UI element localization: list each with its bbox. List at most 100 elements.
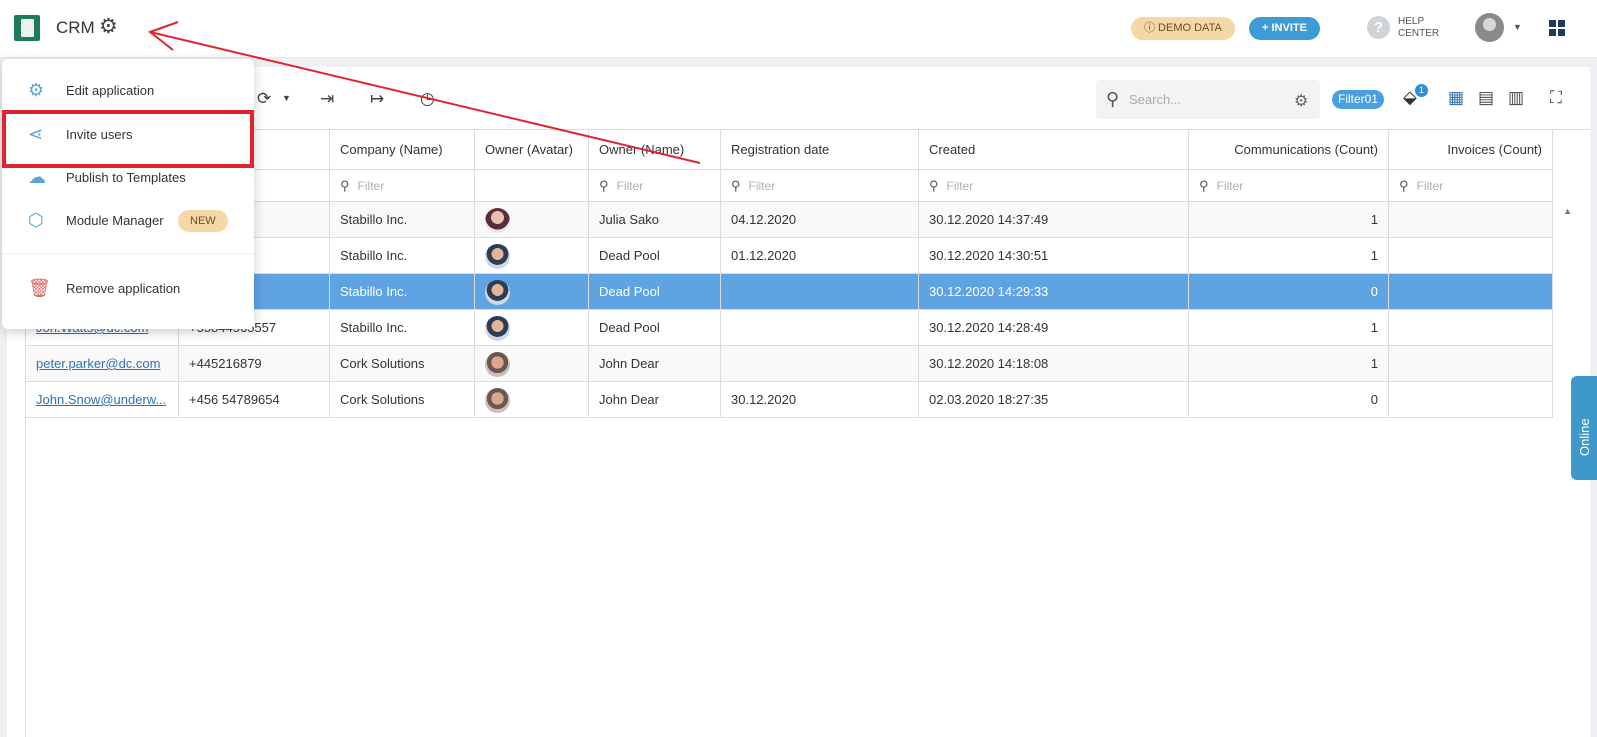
- invoices-cell: [1389, 238, 1553, 274]
- table-row[interactable]: 442 Stabillo Inc. Julia Sako 04.12.2020 …: [26, 202, 1590, 238]
- gear-icon[interactable]: ⚙: [99, 16, 118, 37]
- menu-item-label: Remove application: [66, 281, 181, 296]
- search-icon: ⚲: [929, 178, 939, 193]
- trash-icon: 🗑: [28, 278, 51, 298]
- communications-cell: 0: [1189, 274, 1389, 310]
- tag-count-badge: 1: [1415, 84, 1428, 97]
- invoices-cell: [1389, 310, 1553, 346]
- app-settings-dropdown: ⚙ Edit application ⋖ Invite users ☁ Publ…: [2, 59, 254, 329]
- app-title[interactable]: CRM: [56, 18, 95, 38]
- refresh-icon[interactable]: ⟳: [257, 90, 271, 107]
- table-row[interactable]: 50420 Stabillo Inc. Dead Pool 30.12.2020…: [26, 274, 1590, 310]
- import-icon[interactable]: ⇥: [320, 90, 334, 107]
- avatar: [485, 388, 510, 413]
- search-input[interactable]: [1129, 88, 1279, 110]
- avatar-cell: [475, 274, 589, 310]
- search-icon: ⚲: [1106, 89, 1120, 109]
- search-icon: ⚲: [1399, 178, 1409, 193]
- table-row[interactable]: peter.parker@dc.com +445216879 Cork Solu…: [26, 346, 1590, 382]
- filter-cell[interactable]: ⚲ Filter: [589, 170, 721, 202]
- history-icon[interactable]: ◷: [420, 90, 435, 107]
- owner-cell: John Dear: [589, 346, 721, 382]
- registration-cell: [721, 274, 919, 310]
- online-tab-label: Online: [1577, 418, 1592, 456]
- column-header-communications[interactable]: Communications (Count): [1189, 130, 1389, 170]
- search-icon: ⚲: [340, 178, 350, 193]
- demo-data-badge[interactable]: ⓘ DEMO DATA: [1131, 17, 1235, 40]
- export-icon[interactable]: ↦: [370, 90, 384, 107]
- table-header-row: mber Company (Name) Owner (Avatar) Owner…: [26, 130, 1590, 170]
- user-avatar[interactable]: [1475, 13, 1504, 42]
- owner-cell: Dead Pool: [589, 310, 721, 346]
- search-icon: ⚲: [599, 178, 609, 193]
- communications-cell: 1: [1189, 238, 1389, 274]
- search-icon: ⚲: [731, 178, 741, 193]
- table-row[interactable]: John.Snow@underw... +456 54789654 Cork S…: [26, 382, 1590, 418]
- filter-row: ⚲ Filter ⚲ Filter ⚲ Filter ⚲ Filter ⚲ Filter …: [26, 170, 1590, 202]
- search-icon: ⚲: [1199, 178, 1209, 193]
- invite-button[interactable]: + INVITE: [1249, 17, 1320, 40]
- highlight-annotation: [2, 110, 254, 168]
- column-header-owner-name[interactable]: Owner (Name): [589, 130, 721, 170]
- avatar: [485, 208, 510, 233]
- owner-cell: Dead Pool: [589, 274, 721, 310]
- email-link[interactable]: peter.parker@dc.com: [36, 356, 160, 371]
- menu-item-module-manager[interactable]: ⬡ Module Manager NEW: [2, 201, 254, 241]
- communications-cell: 1: [1189, 310, 1389, 346]
- cloud-upload-icon: ☁: [28, 167, 46, 187]
- owner-cell: John Dear: [589, 382, 721, 418]
- column-header-created[interactable]: Created: [919, 130, 1189, 170]
- filter-cell[interactable]: ⚲ Filter: [1189, 170, 1389, 202]
- company-cell: Cork Solutions: [330, 382, 475, 418]
- filter-placeholder: Filter: [1216, 179, 1244, 193]
- email-link[interactable]: John.Snow@underw...: [36, 392, 166, 407]
- registration-cell: 01.12.2020: [721, 238, 919, 274]
- created-cell: 30.12.2020 14:30:51: [919, 238, 1189, 274]
- filter-cell[interactable]: ⚲ Filter: [721, 170, 919, 202]
- help-icon[interactable]: ?: [1367, 16, 1390, 39]
- help-center-link[interactable]: HELP CENTER: [1398, 16, 1458, 40]
- filter-badge[interactable]: Filter01: [1332, 90, 1385, 109]
- filter-placeholder: Filter: [357, 179, 385, 193]
- filter-cell[interactable]: ⚲ Filter: [919, 170, 1189, 202]
- email-cell[interactable]: John.Snow@underw...: [26, 382, 179, 418]
- avatar-cell: [475, 310, 589, 346]
- invoices-cell: [1389, 274, 1553, 310]
- column-header-company[interactable]: Company (Name): [330, 130, 475, 170]
- filter-placeholder: Filter: [946, 179, 974, 193]
- column-header-registration[interactable]: Registration date: [721, 130, 919, 170]
- fullscreen-icon[interactable]: ⛶: [1550, 89, 1562, 106]
- filter-cell[interactable]: ⚲ Filter: [330, 170, 475, 202]
- gear-icon: ⚙: [28, 80, 45, 100]
- table-view-icon[interactable]: ▦: [1448, 89, 1464, 106]
- menu-item-edit-application[interactable]: ⚙ Edit application: [2, 71, 254, 111]
- card-view-icon[interactable]: ▤: [1478, 89, 1494, 106]
- app-logo-icon[interactable]: [14, 15, 40, 41]
- chevron-down-icon[interactable]: ▼: [1513, 22, 1522, 32]
- scroll-up-icon[interactable]: ▲: [1563, 206, 1572, 216]
- avatar-cell: [475, 202, 589, 238]
- table-row[interactable]: 74 Stabillo Inc. Dead Pool 01.12.2020 30…: [26, 238, 1590, 274]
- search-settings-icon[interactable]: ⚙: [1294, 91, 1308, 111]
- avatar-cell: [475, 346, 589, 382]
- menu-item-remove-application[interactable]: 🗑 Remove application: [2, 269, 254, 309]
- avatar: [485, 280, 510, 305]
- company-cell: Stabillo Inc.: [330, 238, 475, 274]
- calendar-view-icon[interactable]: ▥: [1508, 89, 1524, 106]
- filter-cell[interactable]: ⚲ Filter: [1389, 170, 1553, 202]
- table-row[interactable]: Jon.Watts@dc.com +55844565557 Stabillo I…: [26, 310, 1590, 346]
- communications-cell: 0: [1189, 382, 1389, 418]
- communications-cell: 1: [1189, 346, 1389, 382]
- column-header-owner-avatar[interactable]: Owner (Avatar): [475, 130, 589, 170]
- search-box[interactable]: ⚲ ⚙: [1096, 80, 1320, 119]
- invoices-cell: [1389, 382, 1553, 418]
- phone-cell: +456 54789654: [179, 382, 330, 418]
- apps-grid-icon[interactable]: [1549, 20, 1565, 36]
- created-cell: 02.03.2020 18:27:35: [919, 382, 1189, 418]
- online-chat-tab[interactable]: Online: [1571, 376, 1597, 480]
- chevron-down-icon[interactable]: ▼: [282, 94, 291, 103]
- company-cell: Stabillo Inc.: [330, 274, 475, 310]
- email-cell[interactable]: peter.parker@dc.com: [26, 346, 179, 382]
- avatar: [485, 244, 510, 269]
- column-header-invoices[interactable]: Invoices (Count): [1389, 130, 1553, 170]
